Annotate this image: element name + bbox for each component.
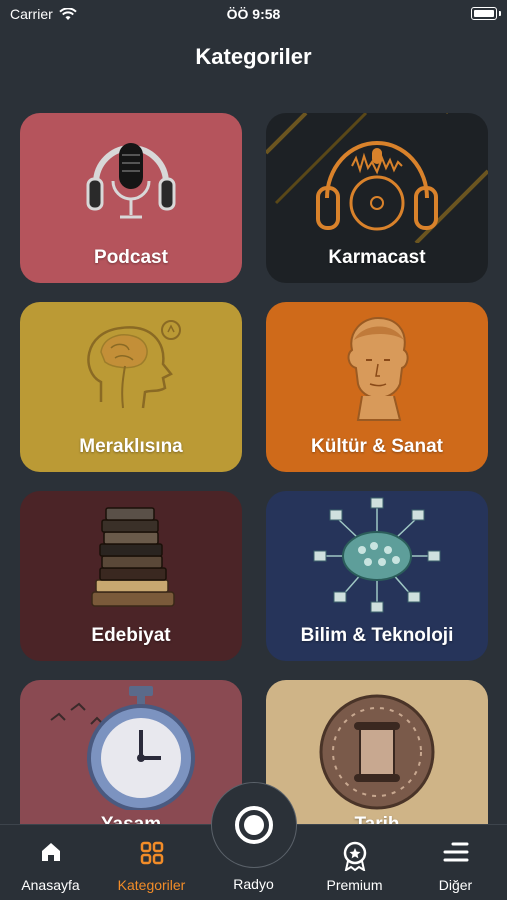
category-grid: Podcast Karmacast Meraklısına Kültür & S… <box>20 113 488 825</box>
category-card-kultur-sanat[interactable]: Kültür & Sanat <box>266 302 488 472</box>
category-card-meraklisina[interactable]: Meraklısına <box>20 302 242 472</box>
tab-diger[interactable]: Diğer <box>405 825 506 900</box>
category-card-yasam[interactable]: Yaşam <box>20 680 242 825</box>
category-label: Bilim & Teknoloji <box>300 625 454 646</box>
status-bar: Carrier ÖÖ 9:58 <box>0 0 507 30</box>
category-card-karmacast[interactable]: Karmacast <box>266 113 488 283</box>
page-title: Kategoriler <box>195 44 312 69</box>
headphones-microphone-icon <box>20 113 242 243</box>
battery-icon <box>471 7 497 20</box>
category-card-edebiyat[interactable]: Edebiyat <box>20 491 242 661</box>
tab-radyo-label: Radyo <box>233 876 274 892</box>
tab-kategoriler[interactable]: Kategoriler <box>101 825 202 900</box>
category-label: Karmacast <box>328 247 426 268</box>
category-label: Podcast <box>94 247 168 268</box>
premium-badge-icon <box>304 841 405 871</box>
tab-anasayfa[interactable]: Anasayfa <box>0 825 101 900</box>
home-icon <box>0 841 101 867</box>
category-card-podcast[interactable]: Podcast <box>20 113 242 283</box>
book-stack-icon <box>20 491 242 621</box>
brain-network-icon <box>266 491 488 621</box>
grid-icon <box>101 841 202 867</box>
menu-icon <box>405 841 506 867</box>
scroll-seal-icon <box>266 680 488 810</box>
battery-tip <box>499 11 501 16</box>
brain-head-icon <box>20 302 242 432</box>
category-label: Meraklısına <box>79 436 183 457</box>
tab-label: Kategoriler <box>117 877 186 893</box>
radio-button[interactable] <box>211 782 297 868</box>
category-label: Edebiyat <box>91 625 171 646</box>
tab-label: Premium <box>326 877 383 893</box>
headphones-disc-icon <box>266 113 488 243</box>
category-label: Kültür & Sanat <box>311 436 443 457</box>
tab-label: Anasayfa <box>21 877 80 893</box>
category-card-bilim-teknoloji[interactable]: Bilim & Teknoloji <box>266 491 488 661</box>
stopwatch-icon <box>20 680 242 810</box>
statue-bust-icon <box>266 302 488 432</box>
tab-label: Diğer <box>438 877 473 893</box>
category-card-tarih[interactable]: Tarih <box>266 680 488 825</box>
tab-premium[interactable]: Premium <box>304 825 405 900</box>
status-time: ÖÖ 9:58 <box>226 6 281 22</box>
record-icon <box>235 806 273 844</box>
